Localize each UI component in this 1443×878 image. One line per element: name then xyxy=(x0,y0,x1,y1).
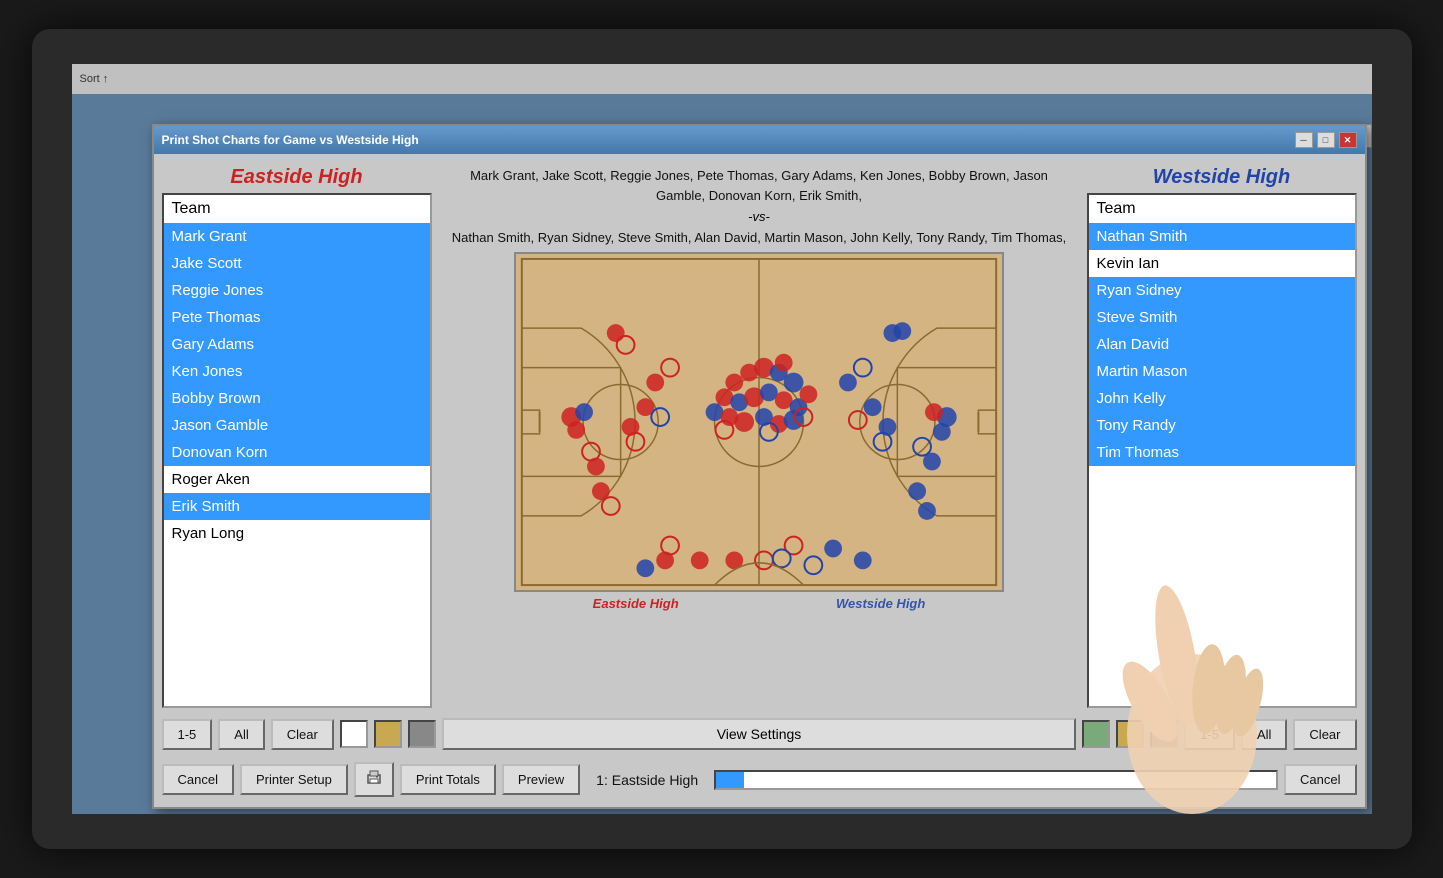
color-swatch-tan2[interactable] xyxy=(1116,720,1144,748)
westside-1-5-button[interactable]: 1-5 xyxy=(1184,719,1235,750)
matchup-vs: -vs- xyxy=(748,209,770,224)
print-icon-button[interactable] xyxy=(354,762,394,797)
westside-player-martin-mason[interactable]: Martin Mason xyxy=(1089,358,1355,385)
maximize-button[interactable]: □ xyxy=(1317,132,1335,148)
right-panel: Westside High Team Nathan Smith Kevin Ia… xyxy=(1087,162,1357,708)
westside-team-header: Westside High xyxy=(1087,162,1357,193)
titlebar-buttons: ─ □ ✕ xyxy=(1295,132,1357,148)
eastside-player-jake-scott[interactable]: Jake Scott xyxy=(164,250,430,277)
eastside-player-list[interactable]: Team Mark Grant Jake Scott Reggie Jones … xyxy=(162,193,432,708)
dialog-body: Eastside High Team Mark Grant Jake Scott… xyxy=(154,154,1365,807)
westside-team-row[interactable]: Team xyxy=(1089,195,1355,223)
status-text: 1: Eastside High xyxy=(586,772,708,788)
eastside-player-jason-gamble[interactable]: Jason Gamble xyxy=(164,412,430,439)
windows-logo xyxy=(1317,574,1347,604)
matchup-westside-players: Nathan Smith, Ryan Sidney, Steve Smith, … xyxy=(444,224,1074,252)
cancel-right-button[interactable]: Cancel xyxy=(1284,764,1356,795)
color-swatch-tan[interactable] xyxy=(374,720,402,748)
westside-player-nathan-smith[interactable]: Nathan Smith xyxy=(1089,223,1355,250)
tablet-screen: Sort ↑ Hide Print Shot Charts for Game v… xyxy=(72,64,1372,814)
bottom-actions: Cancel Printer Setup Print Totals Previe… xyxy=(162,760,1357,799)
eastside-player-bobby-brown[interactable]: Bobby Brown xyxy=(164,385,430,412)
background-top-bar: Sort ↑ xyxy=(72,64,1372,94)
printer-setup-button[interactable]: Printer Setup xyxy=(240,764,348,795)
eastside-player-roger-aken[interactable]: Roger Aken xyxy=(164,466,430,493)
minimize-button[interactable]: ─ xyxy=(1295,132,1313,148)
eastside-clear-button[interactable]: Clear xyxy=(271,719,334,750)
westside-player-tony-randy[interactable]: Tony Randy xyxy=(1089,412,1355,439)
eastside-player-erik-smith[interactable]: Erik Smith xyxy=(164,493,430,520)
westside-clear-button[interactable]: Clear xyxy=(1293,719,1356,750)
view-settings-button[interactable]: View Settings xyxy=(442,718,1076,750)
progress-bar-fill xyxy=(716,772,744,788)
color-swatch-gray[interactable] xyxy=(408,720,436,748)
cancel-left-button[interactable]: Cancel xyxy=(162,764,234,795)
printer-icon xyxy=(366,770,382,786)
eastside-player-mark-grant[interactable]: Mark Grant xyxy=(164,223,430,250)
westside-player-john-kelly[interactable]: John Kelly xyxy=(1089,385,1355,412)
court-labels: Eastside High Westside High xyxy=(514,592,1004,615)
basketball-court xyxy=(514,252,1004,592)
eastside-team-row[interactable]: Team xyxy=(164,195,430,223)
westside-player-tim-thomas[interactable]: Tim Thomas xyxy=(1089,439,1355,466)
bottom-controls: 1-5 All Clear View Settings 1-5 All Clea… xyxy=(162,714,1357,754)
court-label-eastside: Eastside High xyxy=(593,596,679,611)
eastside-player-gary-adams[interactable]: Gary Adams xyxy=(164,331,430,358)
eastside-team-header: Eastside High xyxy=(162,162,432,193)
tablet-frame: Sort ↑ Hide Print Shot Charts for Game v… xyxy=(32,29,1412,849)
color-swatch-gray2[interactable] xyxy=(1150,720,1178,748)
westside-player-ryan-sidney[interactable]: Ryan Sidney xyxy=(1089,277,1355,304)
westside-player-kevin-ian[interactable]: Kevin Ian xyxy=(1089,250,1355,277)
color-swatch-green[interactable] xyxy=(1082,720,1110,748)
preview-button[interactable]: Preview xyxy=(502,764,580,795)
eastside-player-donovan-korn[interactable]: Donovan Korn xyxy=(164,439,430,466)
dialog-titlebar: Print Shot Charts for Game vs Westside H… xyxy=(154,126,1365,154)
eastside-player-ryan-long[interactable]: Ryan Long xyxy=(164,520,430,547)
eastside-player-pete-thomas[interactable]: Pete Thomas xyxy=(164,304,430,331)
westside-player-alan-david[interactable]: Alan David xyxy=(1089,331,1355,358)
center-panel: Mark Grant, Jake Scott, Reggie Jones, Pe… xyxy=(440,162,1079,708)
dialog-title: Print Shot Charts for Game vs Westside H… xyxy=(162,133,419,147)
print-totals-button[interactable]: Print Totals xyxy=(400,764,496,795)
matchup-eastside-players: Mark Grant, Jake Scott, Reggie Jones, Pe… xyxy=(440,162,1079,209)
color-swatch-white[interactable] xyxy=(340,720,368,748)
eastside-all-button[interactable]: All xyxy=(218,719,264,750)
main-dialog: Print Shot Charts for Game vs Westside H… xyxy=(152,124,1367,809)
westside-all-button[interactable]: All xyxy=(1241,719,1287,750)
eastside-1-5-button[interactable]: 1-5 xyxy=(162,719,213,750)
progress-bar xyxy=(714,770,1278,790)
close-button[interactable]: ✕ xyxy=(1339,132,1357,148)
eastside-player-reggie-jones[interactable]: Reggie Jones xyxy=(164,277,430,304)
eastside-player-ken-jones[interactable]: Ken Jones xyxy=(164,358,430,385)
court-label-westside: Westside High xyxy=(836,596,925,611)
windows-logo-area xyxy=(1317,574,1357,614)
westside-player-steve-smith[interactable]: Steve Smith xyxy=(1089,304,1355,331)
westside-player-list[interactable]: Team Nathan Smith Kevin Ian Ryan Sidney … xyxy=(1087,193,1357,708)
sort-label[interactable]: Sort ↑ xyxy=(80,73,109,85)
main-content: Eastside High Team Mark Grant Jake Scott… xyxy=(162,162,1357,708)
left-panel: Eastside High Team Mark Grant Jake Scott… xyxy=(162,162,432,708)
